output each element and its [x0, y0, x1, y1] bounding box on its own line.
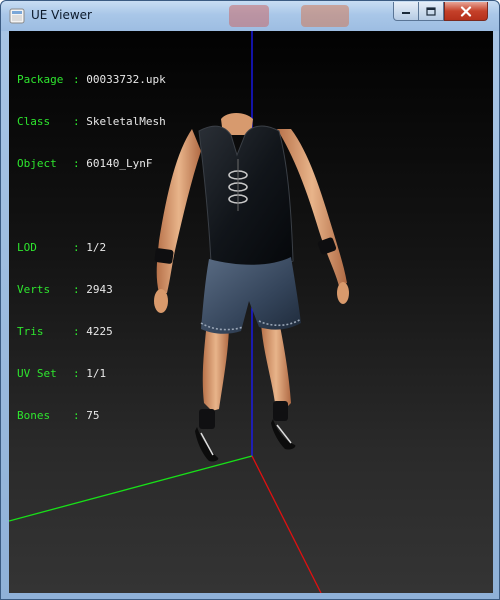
close-icon: [460, 5, 472, 17]
info-row-uvset: UV Set: 1/1: [17, 367, 166, 381]
info-separator: :: [73, 115, 80, 128]
info-separator: :: [73, 241, 80, 254]
info-label: LOD: [17, 241, 37, 254]
background-window-blur: [229, 5, 269, 27]
info-label: Verts: [17, 283, 51, 296]
info-row-bones: Bones: 75: [17, 409, 166, 423]
info-separator: :: [73, 73, 80, 86]
maximize-icon: [426, 6, 436, 16]
info-spacer: [17, 199, 166, 213]
info-row-package: Package: 00033732.upk: [17, 73, 166, 87]
info-row-class: Class: SkeletalMesh: [17, 115, 166, 129]
title-bar[interactable]: UE Viewer: [1, 1, 499, 31]
info-separator: :: [73, 367, 80, 380]
minimize-button[interactable]: [393, 2, 419, 21]
y-axis-line: [9, 455, 253, 522]
info-row-verts: Verts: 2943: [17, 283, 166, 297]
info-value: 2943: [86, 283, 113, 296]
close-button[interactable]: [444, 2, 488, 21]
info-separator: :: [73, 283, 80, 296]
info-value: 00033732.upk: [86, 73, 166, 86]
maximize-button[interactable]: [419, 2, 444, 21]
info-value: 1/1: [86, 367, 107, 380]
info-row-lod: LOD: 1/2: [17, 241, 166, 255]
info-separator: :: [73, 409, 80, 422]
ue-viewer-icon: [9, 8, 25, 24]
info-label: Object: [17, 157, 57, 170]
info-label: UV Set: [17, 367, 57, 380]
info-row-object: Object: 60140_LynF: [17, 157, 166, 171]
window-title: UE Viewer: [31, 8, 92, 22]
info-label: Package: [17, 73, 64, 86]
x-axis-line: [251, 455, 322, 593]
minimize-icon: [402, 12, 410, 14]
info-label: Tris: [17, 325, 44, 338]
info-value: 75: [86, 409, 100, 422]
info-row-tris: Tris: 4225: [17, 325, 166, 339]
app-window: UE Viewer Package: 00033732.upk Class:…: [0, 0, 500, 600]
info-separator: :: [73, 157, 80, 170]
info-label: Class: [17, 115, 51, 128]
mesh-info-overlay: Package: 00033732.upk Class: SkeletalMes…: [17, 45, 166, 451]
info-value: 4225: [86, 325, 113, 338]
info-value: 1/2: [86, 241, 107, 254]
info-value: 60140_LynF: [86, 157, 153, 170]
info-value: SkeletalMesh: [86, 115, 166, 128]
info-separator: :: [73, 325, 80, 338]
info-label: Bones: [17, 409, 51, 422]
background-window-blur: [301, 5, 349, 27]
3d-viewport[interactable]: Package: 00033732.upk Class: SkeletalMes…: [9, 31, 493, 593]
